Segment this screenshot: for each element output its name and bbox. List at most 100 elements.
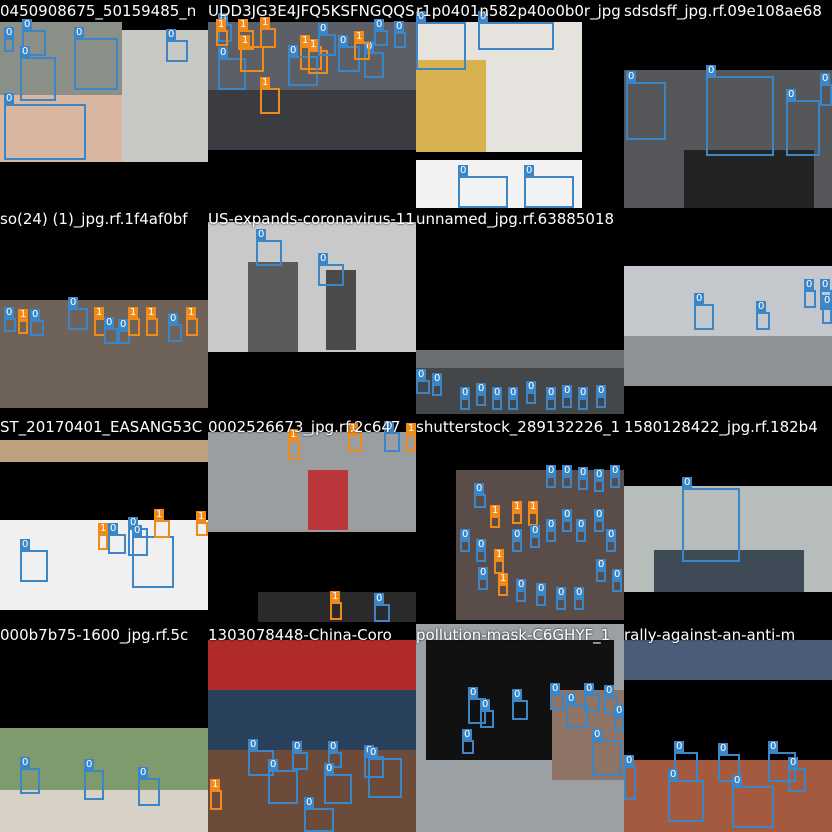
bounding-box: 0 xyxy=(546,465,557,488)
bounding-box: 0 xyxy=(596,559,607,582)
bounding-box: 0 xyxy=(508,387,519,410)
bounding-box: 1 xyxy=(348,423,362,452)
mosaic-tile: shutterstock_289132226_1 0 1 1 1 0 0 0 0 0 0 0 1 0 0 0 0… xyxy=(416,416,624,624)
bounding-box: 0 xyxy=(594,509,605,532)
class-label: 0 xyxy=(374,593,385,605)
class-label: 0 xyxy=(562,465,573,477)
bounding-box: 0 xyxy=(592,729,622,776)
bounding-box: 1 xyxy=(216,19,228,46)
bounding-box: 0 xyxy=(4,93,86,160)
class-label: 0 xyxy=(416,369,427,381)
class-label: 1 xyxy=(354,31,365,43)
bounding-box: 0 xyxy=(788,757,806,792)
class-label: 0 xyxy=(458,165,469,177)
class-label: 1 xyxy=(330,591,341,603)
image-region xyxy=(122,30,208,162)
mosaic-tile: sdsdsff_jpg.rf.09e108ae68 0 0 0 0 xyxy=(624,0,832,208)
bounding-box: 0 xyxy=(804,279,816,308)
class-label: 0 xyxy=(118,319,129,331)
class-label: 0 xyxy=(624,755,635,767)
bounding-box: 0 xyxy=(104,317,118,344)
class-label: 0 xyxy=(476,539,487,551)
bounding-box: 1 xyxy=(288,429,300,460)
image-region xyxy=(0,440,208,462)
class-label: 0 xyxy=(788,757,799,769)
class-label: 0 xyxy=(718,743,729,755)
bounding-box: 0 xyxy=(368,747,402,798)
class-label: 0 xyxy=(592,729,603,741)
bounding-box: 0 xyxy=(168,313,182,342)
class-label: 0 xyxy=(512,689,523,701)
class-label: 0 xyxy=(288,45,299,57)
bounding-box: 0 xyxy=(394,21,406,48)
class-label: 0 xyxy=(562,385,573,397)
bounding-box: 0 xyxy=(610,465,621,488)
bounding-box: 1 xyxy=(240,35,264,72)
bounding-box: 1 xyxy=(186,307,198,336)
class-label: 0 xyxy=(610,465,621,477)
class-label: 0 xyxy=(304,797,315,809)
bounding-box: 0 xyxy=(756,301,770,330)
class-label: 1 xyxy=(348,423,359,435)
bounding-box: 0 xyxy=(822,295,832,324)
class-label: 0 xyxy=(820,279,831,291)
class-label: 0 xyxy=(508,387,519,399)
class-label: 0 xyxy=(22,19,33,31)
class-label: 0 xyxy=(682,477,693,489)
class-label: 0 xyxy=(606,529,617,541)
class-label: 0 xyxy=(20,539,31,551)
bounding-box: 0 xyxy=(256,229,282,266)
class-label: 0 xyxy=(328,741,339,753)
class-label: 0 xyxy=(4,93,15,105)
bounding-box: 1 xyxy=(98,523,109,550)
class-label: 0 xyxy=(626,71,637,83)
bounding-box: 1 xyxy=(128,307,140,336)
class-label: 0 xyxy=(562,509,573,521)
bounding-box: 0 xyxy=(374,593,390,622)
bounding-box: 1 xyxy=(330,591,342,620)
mosaic-tile: rally-against-an-anti-m 0 0 0 0 0 0 0 xyxy=(624,624,832,832)
bounding-box: 0 xyxy=(550,683,564,710)
bounding-box: 0 xyxy=(460,529,471,552)
bounding-box: 0 xyxy=(694,293,714,330)
bounding-box: 0 xyxy=(74,27,118,90)
bounding-box: 0 xyxy=(492,387,503,410)
bounding-box: 1 xyxy=(354,31,370,60)
bounding-box: 0 xyxy=(474,483,486,508)
bounding-box: 0 xyxy=(318,23,336,56)
class-label: 1 xyxy=(146,307,157,319)
class-label: 0 xyxy=(556,587,567,599)
bounding-box: 0 xyxy=(416,11,466,70)
mosaic-tile: US-expands-coronavirus-1125506900 xyxy=(208,208,416,416)
class-label: 1 xyxy=(260,77,271,89)
bounding-box: 1 xyxy=(406,423,416,452)
bounding-box: 0 xyxy=(820,73,832,106)
class-label: 0 xyxy=(68,297,79,309)
image-region xyxy=(208,90,416,150)
tile-title: 1580128422_jpg.rf.182b4 xyxy=(624,418,818,436)
class-label: 0 xyxy=(480,699,491,711)
bounding-box: 0 xyxy=(480,699,494,728)
bounding-box: 0 xyxy=(478,567,489,590)
class-label: 0 xyxy=(596,559,607,571)
bounding-box: 0 xyxy=(526,381,537,404)
class-label: 0 xyxy=(268,759,279,771)
mosaic-tile: 0450908675_50159485_n 0 0 0 0 0 0 xyxy=(0,0,208,208)
class-label: 0 xyxy=(374,19,385,31)
class-label: 0 xyxy=(694,293,705,305)
class-label: 0 xyxy=(820,73,831,85)
class-label: 0 xyxy=(138,767,149,779)
bounding-box: 1 xyxy=(498,573,509,596)
class-label: 0 xyxy=(732,775,743,787)
class-label: 0 xyxy=(108,523,119,535)
class-label: 0 xyxy=(460,529,471,541)
class-label: 0 xyxy=(30,309,41,321)
bounding-box: 1 xyxy=(512,501,523,524)
bounding-box: 0 xyxy=(530,525,541,548)
bounding-box: 0 xyxy=(384,421,400,452)
class-label: 0 xyxy=(604,685,615,697)
mosaic-tile: ST_20170401_EASANG53C 0 1 0 0 0 1 1 xyxy=(0,416,208,624)
class-label: 0 xyxy=(4,307,15,319)
mosaic-grid: 0450908675_50159485_n 0 0 0 0 0 0 UDD3JG3E4JFQ5… xyxy=(0,0,832,832)
class-label: 0 xyxy=(166,29,177,41)
